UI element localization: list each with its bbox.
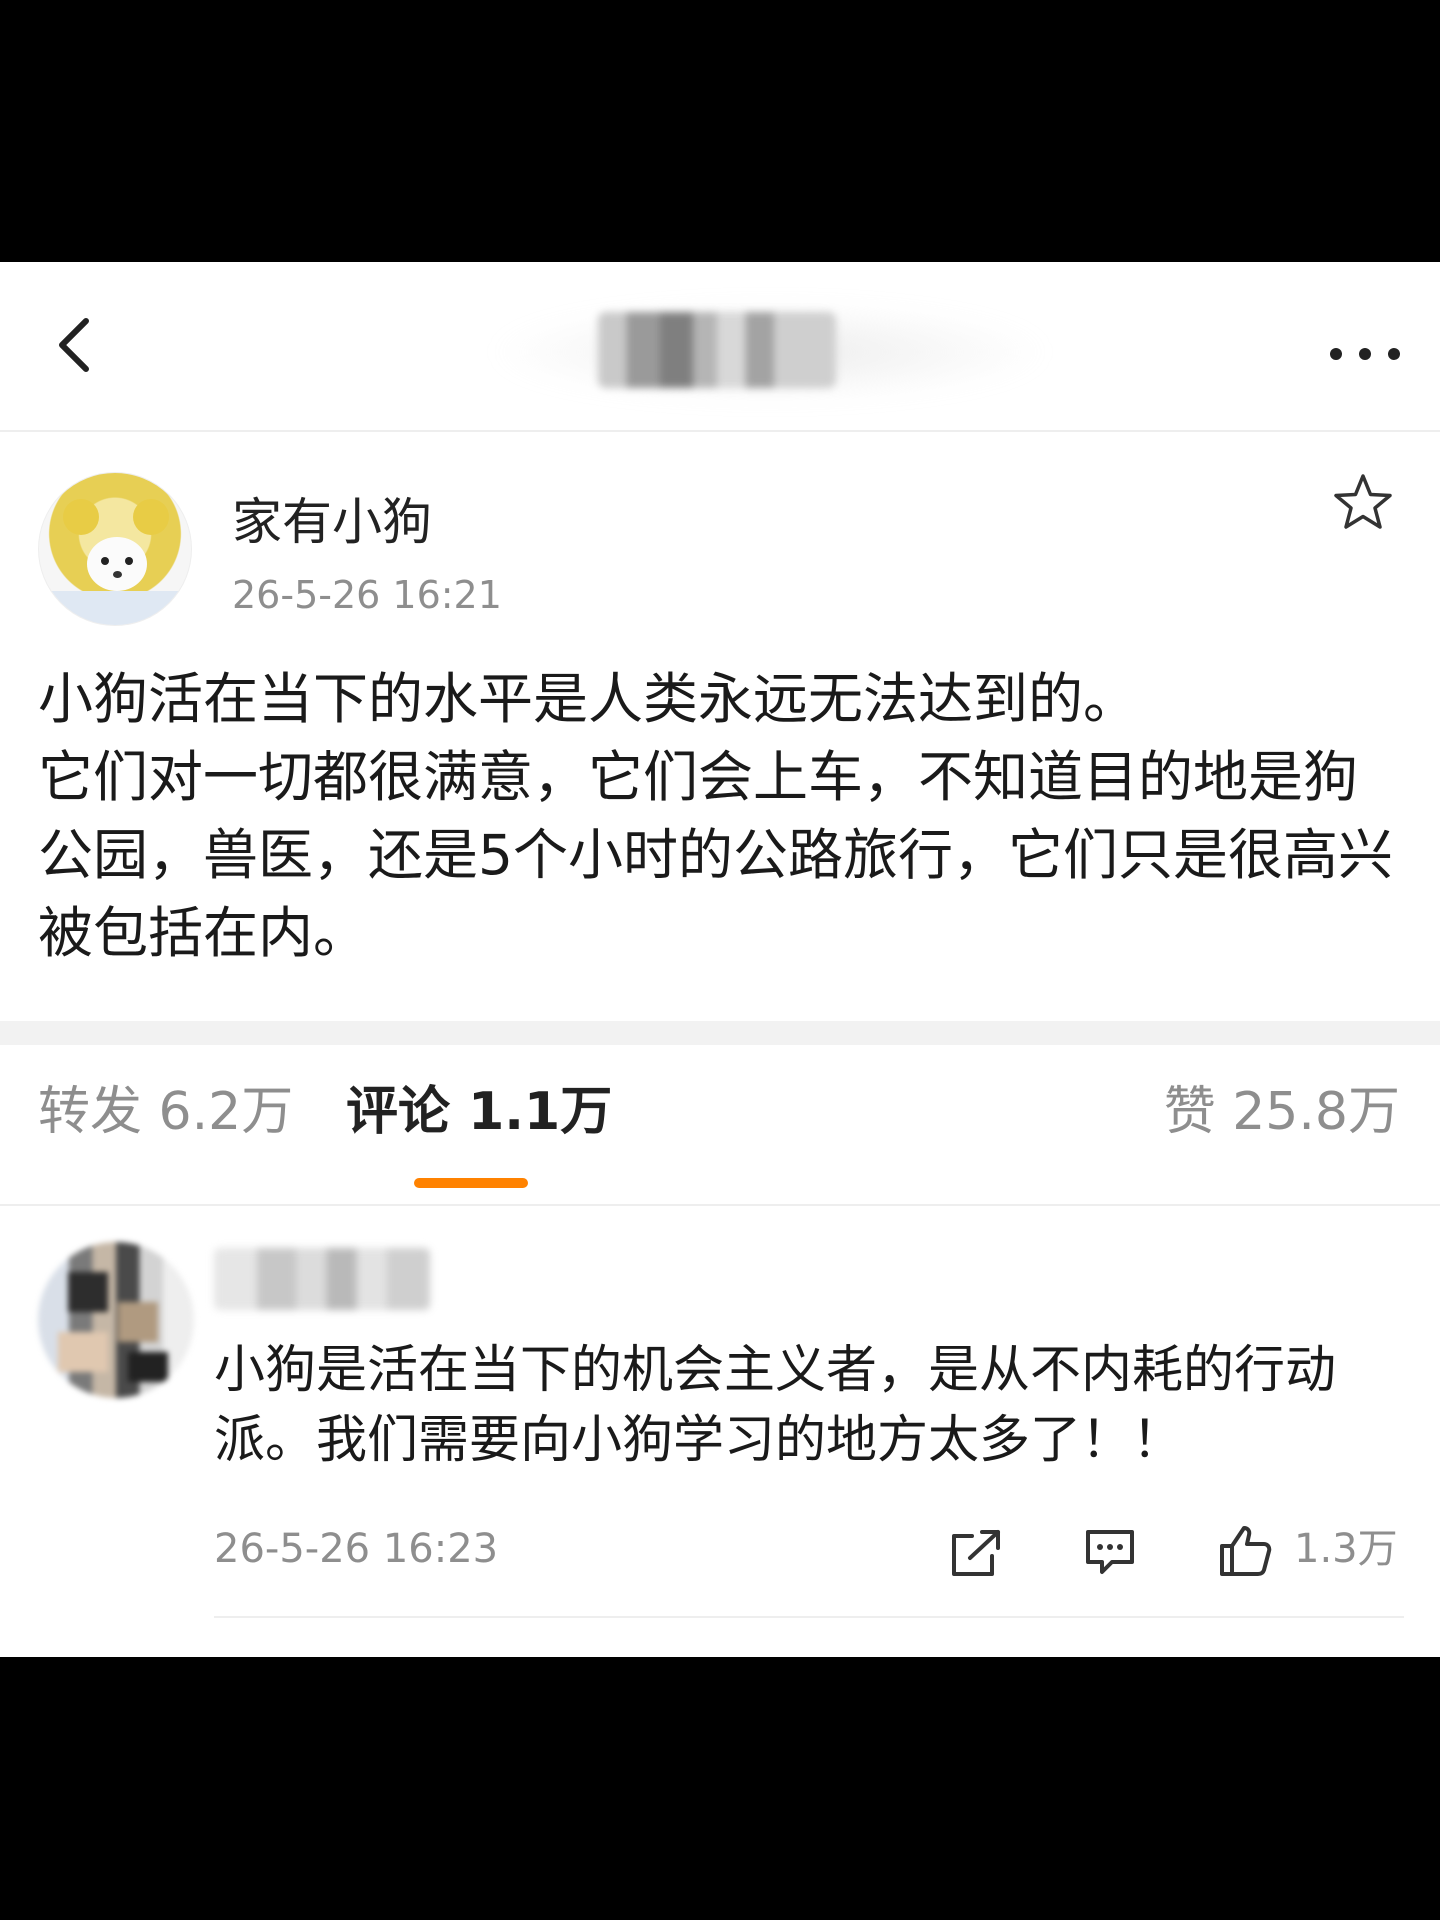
reply-comment-button[interactable] [1082, 1526, 1138, 1578]
tab-comment[interactable]: 评论 1.1万 [346, 1080, 612, 1144]
star-outline-icon [1334, 474, 1392, 529]
comment-timestamp: 26-5-26 16:23 [214, 1526, 499, 1572]
bottom-letterbox [0, 1657, 1440, 1920]
avatar-dog-eye [101, 557, 109, 565]
avatar-dog-nose [113, 571, 122, 578]
share-icon [952, 1530, 1000, 1576]
share-comment-button[interactable] [946, 1526, 1006, 1582]
author-name[interactable]: 家有小狗 [232, 492, 432, 552]
active-tab-indicator [414, 1178, 528, 1188]
avatar-dog-face [87, 537, 147, 591]
post-timestamp: 26-5-26 16:21 [232, 573, 502, 617]
avatar-hat-ear [63, 499, 99, 535]
more-dot-icon [1330, 348, 1342, 360]
tab-like[interactable]: 赞 25.8万 [1164, 1080, 1400, 1144]
commenter-name-redacted[interactable] [214, 1248, 430, 1310]
top-letterbox [0, 0, 1440, 262]
chevron-left-icon [59, 318, 89, 372]
tab-repost[interactable]: 转发 6.2万 [38, 1080, 293, 1144]
like-comment-button[interactable] [1216, 1522, 1274, 1580]
reply-icon [1086, 1530, 1134, 1574]
comment-content: 小狗是活在当下的机会主义者，是从不内耗的行动派。我们需要向小狗学习的地方太多了！… [214, 1341, 1337, 1470]
tabs-divider [0, 1204, 1440, 1206]
avatar-pixel [58, 1332, 108, 1372]
more-options-button[interactable] [1330, 340, 1400, 368]
comment-divider [214, 1616, 1404, 1618]
avatar-hat-ear [133, 499, 169, 535]
page-title-redacted [598, 312, 836, 388]
commenter-avatar[interactable] [38, 1242, 194, 1398]
section-separator [0, 1021, 1440, 1045]
thumbs-up-icon [1220, 1526, 1272, 1576]
avatar-dog-eye [125, 557, 133, 565]
avatar-blanket [39, 591, 191, 625]
app-screen: 家有小狗 26-5-26 16:21 小狗活在当下的水平是人类永远无法达到的。 … [0, 262, 1440, 1657]
top-nav-bar [0, 262, 1440, 432]
avatar-pixel [68, 1272, 108, 1312]
more-dot-icon [1388, 348, 1400, 360]
more-dot-icon [1359, 348, 1371, 360]
favorite-button[interactable] [1330, 470, 1396, 536]
comment-like-count: 1.3万 [1294, 1526, 1398, 1572]
author-avatar[interactable] [38, 472, 192, 626]
avatar-pixel [128, 1352, 168, 1382]
post-content: 小狗活在当下的水平是人类永远无法达到的。 它们对一切都很满意，它们会上车，不知道… [38, 667, 1393, 965]
avatar-pixel [118, 1302, 158, 1342]
back-button[interactable] [40, 307, 116, 383]
